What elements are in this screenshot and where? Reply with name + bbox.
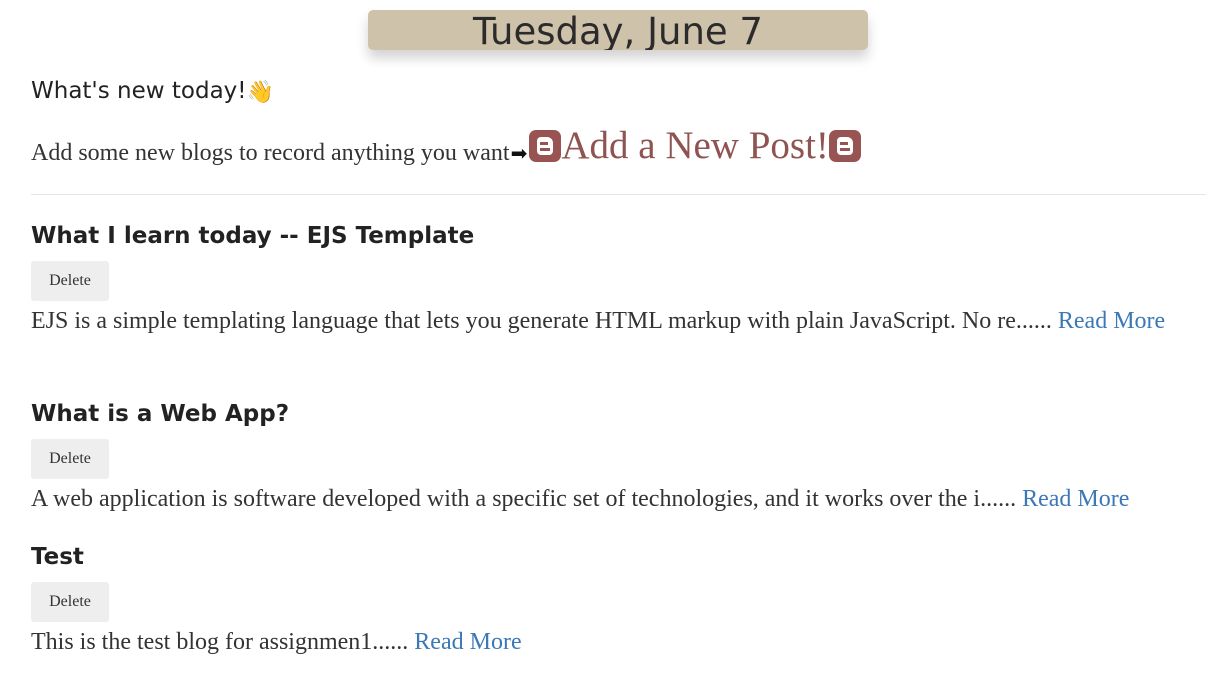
read-more-link[interactable]: Read More — [414, 629, 521, 655]
welcome-heading: What's new today!👋 — [31, 76, 274, 108]
post-title: Test — [31, 544, 84, 570]
post-item: What is a Web App? Delete A web applicat… — [31, 399, 1206, 517]
delete-button[interactable]: Delete — [31, 439, 109, 479]
add-new-post-link[interactable]: Add a New Post! — [529, 124, 861, 168]
post-excerpt-text: This is the test blog for assignmen1....… — [31, 629, 409, 655]
read-more-link[interactable]: Read More — [1022, 486, 1129, 512]
delete-button[interactable]: Delete — [31, 582, 109, 622]
post-excerpt: This is the test blog for assignmen1....… — [31, 624, 1206, 660]
arrow-right-icon: ➡ — [510, 141, 528, 165]
welcome-heading-text: What's new today! — [31, 78, 247, 104]
intro-line: Add some new blogs to record anything yo… — [31, 122, 861, 168]
post-excerpt-text: A web application is software developed … — [31, 486, 1017, 512]
post-excerpt-text: EJS is a simple templating language that… — [31, 308, 1052, 334]
post-title: What I learn today -- EJS Template — [31, 223, 475, 249]
blogger-icon — [529, 130, 562, 162]
add-new-post-label: Add a New Post! — [561, 124, 829, 167]
post-excerpt: A web application is software developed … — [31, 481, 1206, 517]
post-item: Test Delete This is the test blog for as… — [31, 542, 1206, 660]
post-excerpt: EJS is a simple templating language that… — [31, 303, 1206, 339]
date-banner: Tuesday, June 7 — [368, 10, 868, 50]
waving-hand-icon: 👋 — [246, 80, 274, 105]
divider — [31, 194, 1206, 195]
post-title: What is a Web App? — [31, 401, 290, 427]
delete-button[interactable]: Delete — [31, 261, 109, 301]
intro-text: Add some new blogs to record anything yo… — [31, 140, 510, 166]
blogger-icon — [828, 130, 861, 162]
post-item: What I learn today -- EJS Template Delet… — [31, 221, 1206, 339]
read-more-link[interactable]: Read More — [1058, 308, 1165, 334]
